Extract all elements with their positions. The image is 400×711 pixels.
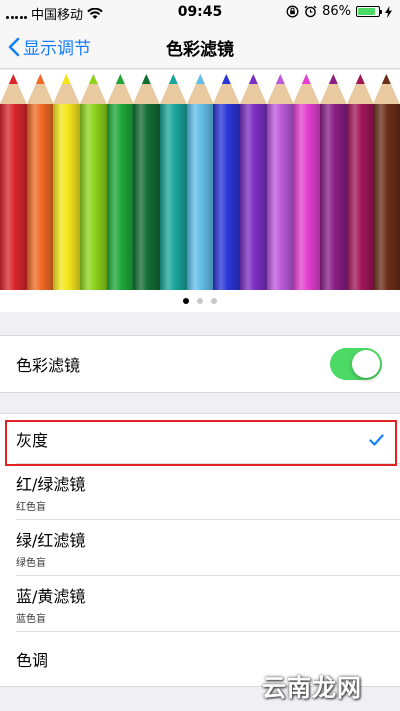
pencil	[213, 70, 240, 290]
pencil-body	[266, 104, 294, 290]
alarm-icon	[304, 5, 317, 18]
pencil	[293, 70, 320, 290]
pencil	[133, 70, 160, 290]
rotation-lock-icon	[286, 5, 299, 18]
status-right: 86%	[286, 4, 392, 19]
option-title: 绿/红滤镜	[16, 530, 86, 550]
pencil-tip	[106, 74, 134, 104]
pencil-tip	[346, 74, 374, 104]
pencil	[266, 70, 294, 290]
pencil-body	[293, 104, 320, 290]
pencil-tip	[293, 74, 320, 104]
pencil-body	[53, 104, 80, 290]
pencil	[373, 70, 400, 290]
pencil	[320, 70, 347, 290]
pencil-tip	[80, 74, 107, 104]
pencil-body	[346, 104, 374, 290]
option-row-blue-yellow[interactable]: 蓝/黄滤镜 蓝色盲	[16, 576, 400, 632]
battery-percent: 86%	[322, 4, 351, 19]
pencil	[26, 70, 54, 290]
color-filter-label: 色彩滤镜	[16, 356, 81, 375]
pencil-body	[373, 104, 400, 290]
page-title: 色彩滤镜	[166, 40, 234, 60]
pencil-tip	[160, 74, 187, 104]
pencil-body	[320, 104, 347, 290]
pencil-body	[26, 104, 54, 290]
option-row-red-green[interactable]: 红/绿滤镜 红色盲	[16, 464, 400, 520]
pencil	[106, 70, 134, 290]
charging-icon	[385, 5, 392, 18]
pencil-body	[133, 104, 160, 290]
option-title: 蓝/黄滤镜	[16, 586, 86, 606]
pencil-tip	[320, 74, 347, 104]
pencil-tip	[373, 74, 400, 104]
battery-icon	[356, 6, 382, 17]
status-bar: 中国移动 09:45 86%	[0, 0, 400, 24]
battery-fill	[358, 8, 376, 15]
option-subtitle: 绿色盲	[16, 557, 46, 569]
pencil	[80, 70, 107, 290]
toggle-knob	[352, 350, 380, 378]
pencil-tip	[266, 74, 294, 104]
pencil-body	[213, 104, 240, 290]
selection-highlight-box	[5, 420, 397, 466]
pencil-tip	[53, 74, 80, 104]
color-filter-toggle[interactable]	[330, 348, 382, 380]
page-dot[interactable]	[197, 298, 203, 304]
pencil-tip	[133, 74, 160, 104]
pencil-tip	[0, 74, 27, 104]
color-preview-image[interactable]	[0, 70, 400, 290]
pencil	[186, 70, 214, 290]
pencil-body	[240, 104, 267, 290]
option-subtitle: 蓝色盲	[16, 613, 46, 625]
page-indicator[interactable]	[0, 290, 400, 312]
pencil	[240, 70, 267, 290]
pencil-tip	[26, 74, 54, 104]
pencil-body	[80, 104, 107, 290]
pencil-body	[0, 104, 27, 290]
pencil-tip	[186, 74, 214, 104]
page-dot[interactable]	[211, 298, 217, 304]
option-row-green-red[interactable]: 绿/红滤镜 绿色盲	[16, 520, 400, 576]
pencil	[346, 70, 374, 290]
pencil-tip	[240, 74, 267, 104]
pencil-body	[160, 104, 187, 290]
option-subtitle: 红色盲	[16, 501, 46, 513]
pencil	[0, 70, 27, 290]
page-dot[interactable]	[183, 298, 189, 304]
pencil-tip	[213, 74, 240, 104]
color-filter-row: 色彩滤镜	[16, 336, 400, 392]
option-title: 红/绿滤镜	[16, 474, 86, 494]
pencil	[53, 70, 80, 290]
watermark-logo: 云南龙网	[262, 674, 362, 702]
filter-toggle-group: 色彩滤镜	[0, 335, 400, 393]
pencil-body	[106, 104, 134, 290]
pencil	[160, 70, 187, 290]
navigation-bar: 显示调节 色彩滤镜	[0, 24, 400, 69]
pencil-body	[186, 104, 214, 290]
